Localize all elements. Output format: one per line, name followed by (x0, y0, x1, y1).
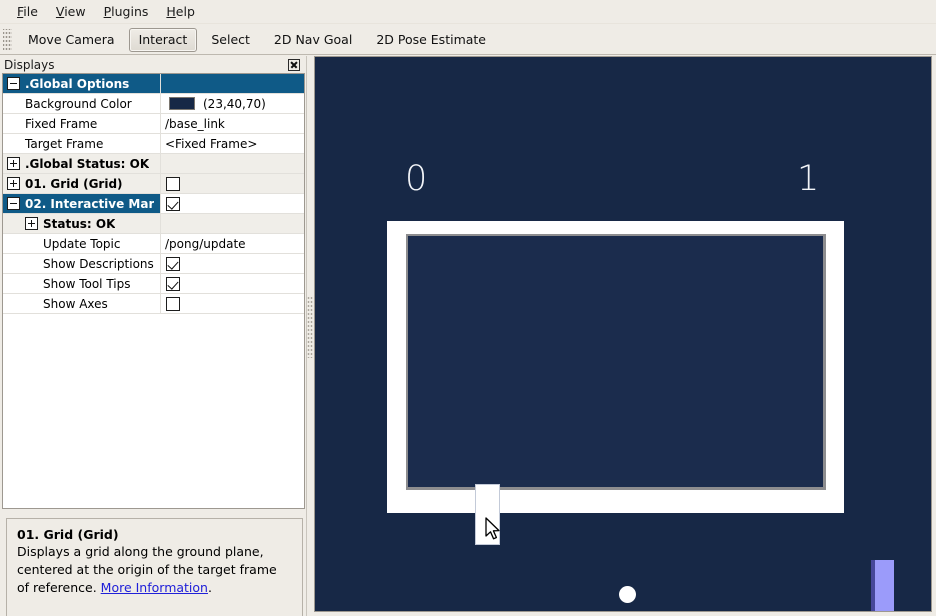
menu-label-rest: iew (64, 3, 86, 19)
display-property-tree[interactable]: .Global Options Background Color (23,40,… (2, 73, 305, 509)
displays-dock-title-bar: Displays (0, 56, 306, 73)
tree-row-target-frame[interactable]: Target Frame <Fixed Frame> (3, 134, 304, 154)
tree-row-show-tool-tips[interactable]: Show Tool Tips (3, 274, 304, 294)
menu-accel-char: H (166, 3, 176, 19)
expander-icon[interactable] (7, 197, 20, 210)
tree-row-label: Show Axes (43, 296, 108, 311)
tool-2d-nav-goal[interactable]: 2D Nav Goal (264, 28, 362, 52)
menu-accel-char: P (103, 3, 112, 19)
pong-paddle-left[interactable] (475, 484, 500, 545)
tool-2d-pose-estimate[interactable]: 2D Pose Estimate (366, 28, 496, 52)
show-axes-checkbox[interactable] (166, 296, 180, 311)
description-text-end: . (207, 580, 212, 595)
tree-row-show-axes[interactable]: Show Axes (3, 294, 304, 314)
tool-interact[interactable]: Interact (128, 27, 198, 52)
expander-icon[interactable] (7, 77, 20, 90)
dock-splitter[interactable] (306, 56, 314, 616)
menu-accel-char: V (55, 3, 65, 19)
display-description-box: 01. Grid (Grid) Displays a grid along th… (6, 518, 303, 616)
tool-bar: Move Camera Interact Select 2D Nav Goal … (0, 23, 936, 55)
show-tool-tips-checkbox[interactable] (166, 276, 180, 291)
more-information-link[interactable]: More Information (101, 580, 208, 595)
expander-icon[interactable] (7, 157, 20, 170)
tree-row-value (161, 154, 304, 173)
render-viewport[interactable]: 0 1 (314, 56, 932, 612)
tree-row-value (161, 74, 304, 93)
tree-row-label: Show Descriptions (43, 256, 154, 271)
tree-row-label: Fixed Frame (25, 116, 98, 131)
tree-row-value: <Fixed Frame> (165, 136, 258, 151)
tree-row-grid[interactable]: 01. Grid (Grid) (3, 174, 304, 194)
displays-dock: Displays .Global Options Background Colo… (0, 56, 306, 616)
toolbar-drag-handle[interactable] (3, 28, 12, 51)
grid-enabled-checkbox[interactable] (166, 176, 180, 191)
interactive-markers-enabled-checkbox[interactable] (166, 196, 180, 211)
color-swatch[interactable] (169, 97, 195, 110)
tree-row-status[interactable]: Status: OK (3, 214, 304, 234)
menu-bar: File View Plugins Help (0, 0, 936, 23)
tree-row-background-color[interactable]: Background Color (23,40,70) (3, 94, 304, 114)
pong-playfield (406, 234, 826, 490)
tree-row-global-options[interactable]: .Global Options (3, 74, 304, 94)
show-descriptions-checkbox[interactable] (166, 256, 180, 271)
description-body: Displays a grid along the ground plane, … (17, 543, 292, 597)
tool-move-camera[interactable]: Move Camera (18, 28, 125, 52)
tree-row-global-status[interactable]: .Global Status: OK (3, 154, 304, 174)
pong-ball (619, 586, 636, 603)
menu-help[interactable]: Help (157, 2, 204, 22)
tree-row-fixed-frame[interactable]: Fixed Frame /base_link (3, 114, 304, 134)
menu-label-rest: lugins (111, 3, 149, 19)
tree-row-label: 02. Interactive Mar (25, 196, 155, 211)
tree-row-label: Background Color (25, 96, 132, 111)
pong-paddle-right[interactable] (871, 560, 894, 611)
expander-icon[interactable] (25, 217, 38, 230)
tool-select[interactable]: Select (201, 28, 260, 52)
tree-row-label: .Global Options (25, 76, 130, 91)
tree-row-value: /base_link (165, 116, 225, 131)
tree-row-value: /pong/update (165, 236, 246, 251)
tree-row-value: (23,40,70) (203, 96, 266, 111)
close-icon[interactable] (288, 58, 300, 71)
tree-row-update-topic[interactable]: Update Topic /pong/update (3, 234, 304, 254)
tree-row-label: Target Frame (25, 136, 104, 151)
description-title: 01. Grid (Grid) (17, 527, 119, 542)
tree-row-label: Show Tool Tips (43, 276, 131, 291)
tree-row-show-descriptions[interactable]: Show Descriptions (3, 254, 304, 274)
displays-panel-title: Displays (4, 57, 55, 72)
tree-row-label: Update Topic (43, 236, 121, 251)
tree-row-label: .Global Status: OK (25, 156, 150, 171)
toolbar-separator (0, 54, 936, 55)
tree-row-interactive-markers[interactable]: 02. Interactive Mar (3, 194, 304, 214)
expander-icon[interactable] (7, 177, 20, 190)
pong-field-frame (387, 221, 894, 611)
score-right: 1 (797, 159, 820, 199)
tree-row-label: Status: OK (43, 216, 116, 231)
splitter-grip[interactable] (307, 296, 313, 358)
menu-file[interactable]: File (8, 2, 47, 22)
menu-view[interactable]: View (47, 2, 95, 22)
rviz-window: File View Plugins Help Move Camera Inter… (0, 0, 936, 616)
menu-label-rest: ile (23, 3, 38, 19)
score-left: 0 (405, 159, 428, 199)
tree-row-value (161, 214, 304, 233)
tree-row-label: 01. Grid (Grid) (25, 176, 123, 191)
menu-plugins[interactable]: Plugins (95, 2, 158, 22)
menu-label-rest: elp (175, 3, 195, 19)
